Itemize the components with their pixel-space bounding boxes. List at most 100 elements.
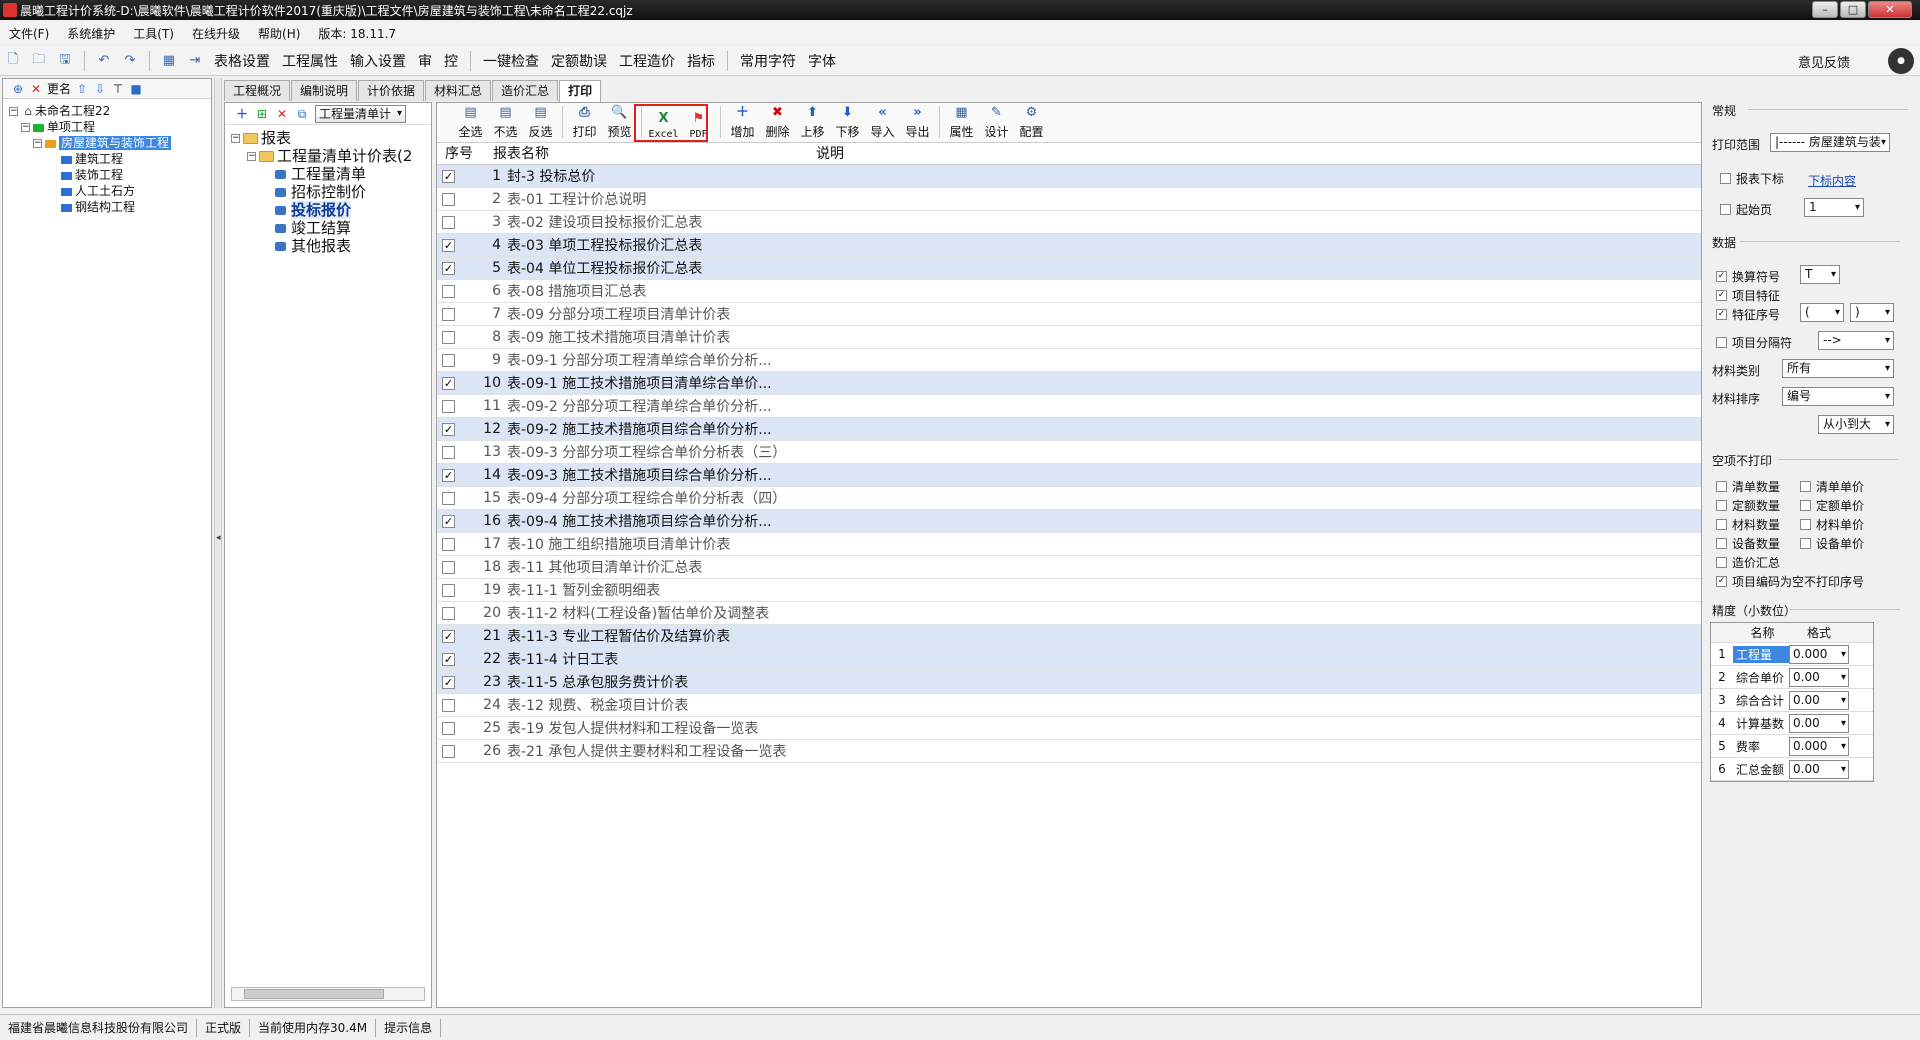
toolbar-index[interactable]: 指标: [681, 51, 721, 71]
toolbar-project-cost[interactable]: 工程造价: [613, 51, 681, 71]
invert-select-button[interactable]: ▤ 反选: [523, 104, 558, 142]
feature-seq-open-select[interactable]: (: [1800, 303, 1844, 322]
item-separator-select[interactable]: -->: [1818, 331, 1894, 350]
preview-button[interactable]: 🔍 预览: [602, 104, 637, 142]
conv-symbol-select[interactable]: T: [1800, 265, 1840, 284]
feedback-link[interactable]: 意见反馈: [1798, 52, 1850, 71]
tree-node-bill-quantity[interactable]: 工程量清单: [231, 165, 431, 183]
col-desc[interactable]: 说明: [808, 143, 844, 164]
delete-report-button[interactable]: ✖ 删除: [760, 104, 795, 142]
row-checkbox[interactable]: [442, 307, 455, 321]
panel-splitter[interactable]: ◂: [214, 78, 222, 1008]
report-type-select[interactable]: 工程量清单计: [315, 104, 407, 123]
table-row[interactable]: 7 表-09 分部分项工程项目清单计价表: [437, 303, 1701, 326]
table-row[interactable]: ✓ 4 表-03 单项工程投标报价汇总表: [437, 234, 1701, 257]
conv-symbol-checkbox[interactable]: ✓ 换算符号: [1716, 268, 1780, 285]
row-checkbox[interactable]: [442, 192, 455, 206]
empty-cost-summary-checkbox[interactable]: 造价汇总: [1716, 554, 1780, 571]
add-child-icon[interactable]: ⊞: [255, 107, 269, 121]
menu-system[interactable]: 系统维护: [58, 25, 124, 42]
table-row[interactable]: ✓ 1 封-3 投标总价: [437, 165, 1701, 188]
toolbar-project-props[interactable]: 工程属性: [276, 51, 344, 71]
table-row[interactable]: 25 表-19 发包人提供材料和工程设备一览表: [437, 717, 1701, 740]
row-checkbox[interactable]: ✓: [442, 238, 455, 252]
precision-format-select[interactable]: 0.00: [1789, 667, 1849, 687]
move-down-icon[interactable]: ⇩: [93, 82, 107, 96]
tree-node-construction[interactable]: 建筑工程: [9, 151, 211, 167]
table-row[interactable]: 15 表-09-4 分部分项工程综合单价分析表（四）: [437, 487, 1701, 510]
tab-pricing-basis[interactable]: 计价依据: [358, 80, 425, 101]
minimize-button[interactable]: –: [1812, 1, 1838, 18]
add-report-button[interactable]: ＋增加: [725, 104, 760, 142]
table-row[interactable]: ✓ 23 表-11-5 总承包服务费计价表: [437, 671, 1701, 694]
row-checkbox[interactable]: [442, 583, 455, 597]
table-row[interactable]: 11 表-09-2 分部分项工程清单综合单价分析...: [437, 395, 1701, 418]
tree-node-tender-control[interactable]: 招标控制价: [231, 183, 431, 201]
tree-node-other-reports[interactable]: 其他报表: [231, 237, 431, 255]
menu-file[interactable]: 文件(F): [0, 25, 58, 42]
export-button[interactable]: » 导出: [900, 104, 935, 142]
table-row[interactable]: 17 表-10 施工组织措施项目清单计价表: [437, 533, 1701, 556]
toolbar-quota-errata[interactable]: 定额勘误: [545, 51, 613, 71]
empty-material-qty-checkbox[interactable]: 材料数量: [1716, 516, 1780, 533]
row-checkbox[interactable]: [442, 698, 455, 712]
toolbar-one-click-check[interactable]: 一键检查: [477, 51, 545, 71]
maximize-button[interactable]: □: [1840, 1, 1866, 18]
toolbar-audit[interactable]: 审: [412, 51, 438, 71]
select-none-button[interactable]: ▤ 不选: [488, 104, 523, 142]
precision-row[interactable]: 3 综合合计 0.00: [1711, 689, 1873, 712]
tree-node-reports[interactable]: − 报表: [231, 129, 431, 147]
table-row[interactable]: 6 表-08 措施项目汇总表: [437, 280, 1701, 303]
row-checkbox[interactable]: [442, 491, 455, 505]
collapse-arrow-icon[interactable]: ◂: [216, 533, 221, 543]
tab-print[interactable]: 打印: [559, 80, 602, 102]
copy-icon[interactable]: ⧉: [295, 107, 309, 121]
import-button[interactable]: «导入: [865, 104, 900, 142]
row-checkbox[interactable]: [442, 606, 455, 620]
table-row[interactable]: 3 表-02 建设项目投标报价汇总表: [437, 211, 1701, 234]
menu-online-update[interactable]: 在线升级: [183, 25, 249, 42]
empty-bill-price-checkbox[interactable]: 清单单价: [1800, 478, 1864, 495]
row-checkbox[interactable]: [442, 721, 455, 735]
precision-format-select[interactable]: 0.00: [1789, 759, 1849, 779]
subscript-content-link[interactable]: 下标内容: [1808, 172, 1856, 189]
start-page-spinner[interactable]: 1: [1804, 198, 1864, 217]
row-checkbox[interactable]: ✓: [442, 652, 455, 666]
table-row[interactable]: 13 表-09-3 分部分项工程综合单价分析表（三）: [437, 441, 1701, 464]
open-folder-icon[interactable]: 🗀: [29, 51, 49, 71]
properties-button[interactable]: ▦ 属性: [944, 104, 979, 142]
row-checkbox[interactable]: [442, 330, 455, 344]
delete-icon[interactable]: ✕: [29, 82, 43, 96]
precision-row[interactable]: 2 综合单价 0.00: [1711, 666, 1873, 689]
precision-format-select[interactable]: 0.000: [1789, 644, 1849, 664]
row-checkbox[interactable]: [442, 353, 455, 367]
print-range-select[interactable]: |------ 房屋建筑与装: [1770, 133, 1890, 152]
material-type-select[interactable]: 所有: [1782, 359, 1894, 378]
feature-seq-close-select[interactable]: ): [1850, 303, 1894, 322]
toolbar-table-settings[interactable]: 表格设置: [208, 51, 276, 71]
toolbar-input-settings[interactable]: 输入设置: [344, 51, 412, 71]
rename-button[interactable]: 更名: [47, 80, 71, 97]
horizontal-scrollbar[interactable]: [231, 987, 425, 1001]
tab-description[interactable]: 编制说明: [291, 80, 358, 101]
delete-icon[interactable]: ✕: [275, 107, 289, 121]
empty-equipment-qty-checkbox[interactable]: 设备数量: [1716, 535, 1780, 552]
precision-row[interactable]: 6 汇总金额 0.00: [1711, 758, 1873, 781]
move-down-button[interactable]: ⬇ 下移: [830, 104, 865, 142]
calculator-icon[interactable]: ▦: [159, 51, 179, 71]
material-sort-select[interactable]: 编号: [1782, 387, 1894, 406]
new-file-icon[interactable]: 🗋: [3, 51, 23, 71]
precision-format-select[interactable]: 0.00: [1789, 713, 1849, 733]
tree-node-bid-price[interactable]: 投标报价: [231, 201, 431, 219]
print-button[interactable]: ⎙ 打印: [567, 104, 602, 142]
exit-icon[interactable]: ⇥: [185, 51, 205, 71]
row-checkbox[interactable]: ✓: [442, 468, 455, 482]
tree-node-project[interactable]: − ⌂ 未命名工程22: [9, 103, 211, 119]
empty-quota-price-checkbox[interactable]: 定额单价: [1800, 497, 1864, 514]
row-checkbox[interactable]: ✓: [442, 376, 455, 390]
config-button[interactable]: ⚙ 配置: [1014, 104, 1049, 142]
tree-node-steel[interactable]: 钢结构工程: [9, 199, 211, 215]
move-up-icon[interactable]: ⇧: [75, 82, 89, 96]
table-row[interactable]: ✓ 12 表-09-2 施工技术措施项目综合单价分析...: [437, 418, 1701, 441]
tab-overview[interactable]: 工程概况: [224, 80, 291, 101]
